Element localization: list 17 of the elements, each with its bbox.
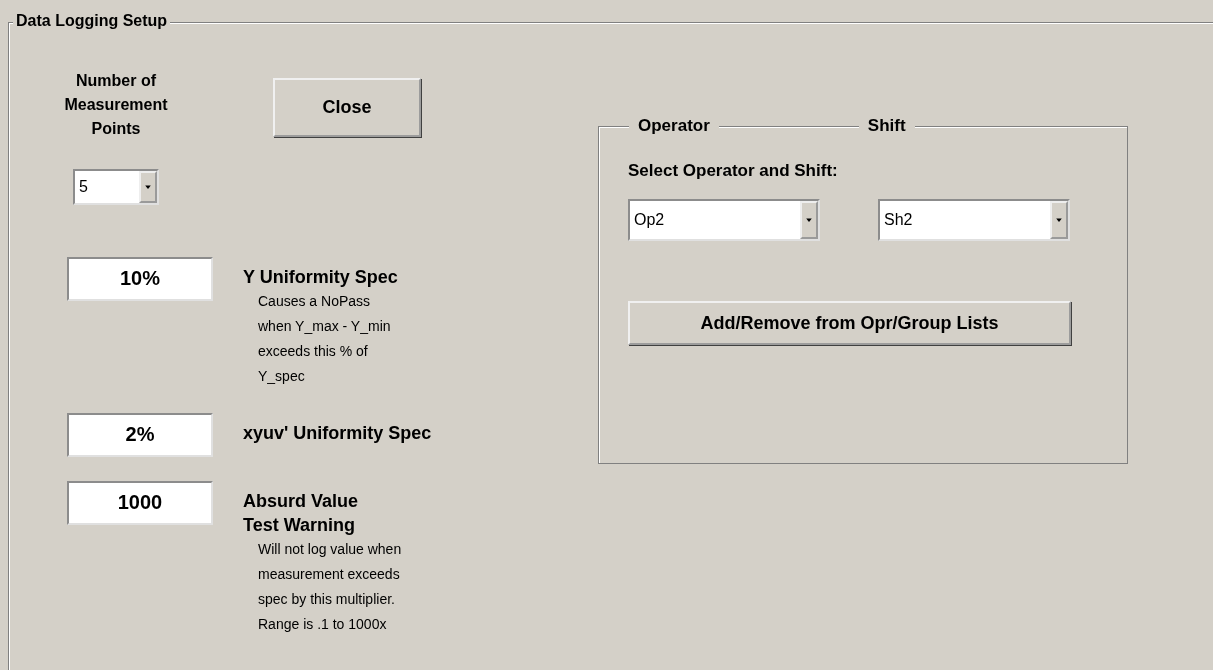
points-label: Number of Measurement Points [64, 71, 168, 139]
close-button[interactable]: Close [273, 78, 421, 137]
select-prompt: Select Operator and Shift: [628, 161, 839, 181]
spec-label: Y Uniformity Spec [243, 266, 398, 289]
legend-label: Operator [629, 116, 719, 136]
spec-description: Causes a NoPass when Y_max - Y_min exceeds this % of Y_spec [258, 292, 392, 386]
group-title: Data Logging Setup [13, 12, 171, 30]
add-remove-button[interactable]: Add/Remove from Opr/Group Lists [628, 301, 1071, 345]
shift-dropdown[interactable]: Sh2 [878, 199, 1070, 241]
operator-dropdown[interactable]: Op2 [628, 199, 820, 241]
spec-input[interactable]: 2% [67, 413, 213, 457]
spec-input[interactable]: 1000 [67, 481, 213, 525]
spec-label: xyuv' Uniformity Spec [243, 422, 432, 445]
points-dropdown[interactable]: 5 [73, 169, 159, 205]
spec-label: Absurd Value Test Warning [243, 490, 360, 537]
spec-input[interactable]: 10% [67, 257, 213, 301]
spec-description: Will not log value when measurement exceeds spec by this multiplier. Range is .1 to 1000x [258, 540, 402, 634]
